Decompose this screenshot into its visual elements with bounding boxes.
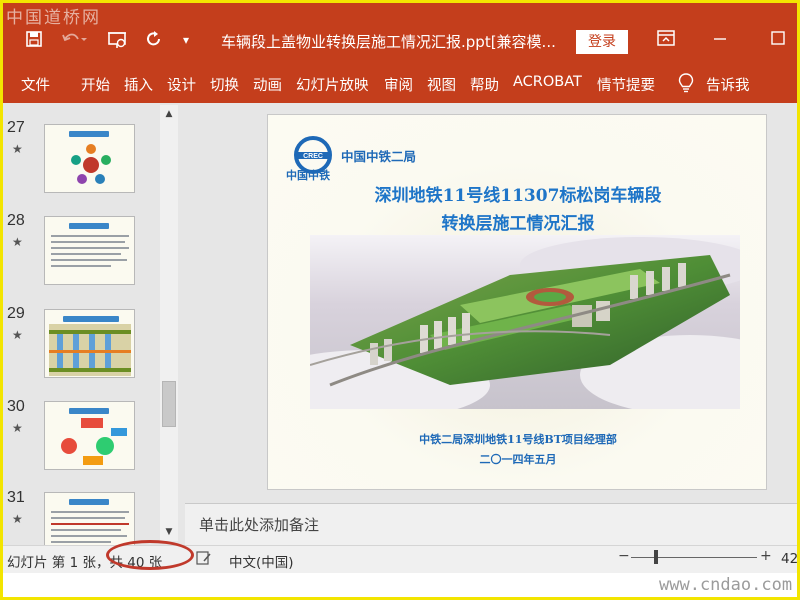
slide-thumbnail-31[interactable] xyxy=(44,492,135,545)
animation-star-icon: ★ xyxy=(12,328,23,342)
login-button[interactable]: 登录 xyxy=(576,30,628,54)
watermark-url: www.cndao.com xyxy=(659,575,793,595)
tab-acrobat[interactable]: ACROBAT xyxy=(513,74,582,90)
slide-title-line-1: 深圳地铁11号线11307标松岗车辆段 xyxy=(374,186,662,206)
customize-qat-icon[interactable]: ▾ xyxy=(183,30,189,50)
save-icon[interactable] xyxy=(25,30,43,53)
notes-pane[interactable]: 单击此处添加备注 xyxy=(185,503,797,545)
animation-star-icon: ★ xyxy=(12,421,23,435)
tab-animations[interactable]: 动画 xyxy=(253,74,282,95)
zoom-out-icon[interactable]: − xyxy=(618,548,630,564)
ribbon-display-icon[interactable] xyxy=(657,30,675,51)
tab-review[interactable]: 审阅 xyxy=(384,74,413,95)
tell-me-search[interactable]: 告诉我 xyxy=(706,74,750,95)
undo-icon[interactable] xyxy=(61,30,87,53)
tab-slide-show[interactable]: 幻灯片放映 xyxy=(296,74,369,95)
scrollbar-thumb[interactable] xyxy=(162,381,176,427)
tab-file[interactable]: 文件 xyxy=(21,74,50,95)
highlight-circle xyxy=(106,540,194,570)
zoom-level[interactable]: 42 xyxy=(781,551,797,567)
language-indicator[interactable]: 中文(中国) xyxy=(229,551,294,571)
tab-view[interactable]: 视图 xyxy=(427,74,456,95)
slide-number-label: 29 xyxy=(7,305,25,322)
slide-number-label: 30 xyxy=(7,398,25,415)
current-slide[interactable]: CREC 中国中铁 中国中铁二局 深圳地铁11号线11307标松岗车辆段 转换层… xyxy=(267,114,767,490)
organization-name: 中国中铁二局 xyxy=(341,149,417,164)
zoom-in-icon[interactable]: + xyxy=(760,548,772,564)
ribbon-tab-bar: 文件 开始 插入 设计 切换 动画 幻灯片放映 审阅 视图 帮助 ACROBAT… xyxy=(3,63,797,103)
spelling-check-icon[interactable] xyxy=(196,550,212,570)
slide-thumbnail-28[interactable] xyxy=(44,216,135,285)
present-from-start-icon[interactable] xyxy=(107,30,129,55)
maximize-icon[interactable] xyxy=(771,30,785,51)
slide-thumbnail-29[interactable] xyxy=(44,309,135,378)
tab-transitions[interactable]: 切换 xyxy=(210,74,239,95)
zoom-slider[interactable] xyxy=(631,557,757,558)
slide-number-label: 28 xyxy=(7,212,25,229)
slide-thumbnail-30[interactable] xyxy=(44,401,135,470)
scroll-down-arrow-icon[interactable]: ▼ xyxy=(160,523,178,541)
tab-design[interactable]: 设计 xyxy=(167,74,196,95)
animation-star-icon: ★ xyxy=(12,142,23,156)
svg-text:CREC: CREC xyxy=(303,153,323,160)
slide-number-label: 31 xyxy=(7,489,25,506)
tab-insert[interactable]: 插入 xyxy=(124,74,153,95)
slide-title-line-2: 转换层施工情况汇报 xyxy=(441,214,595,234)
slide-footer-organization: 中铁二局深圳地铁11号线BT项目经理部 xyxy=(419,433,617,446)
watermark-text: 中国道桥网 xyxy=(6,8,101,28)
redo-icon[interactable] xyxy=(145,30,163,53)
scroll-up-arrow-icon[interactable]: ▲ xyxy=(160,105,178,123)
thumbnail-scrollbar[interactable] xyxy=(160,105,178,541)
notes-placeholder[interactable]: 单击此处添加备注 xyxy=(199,514,319,535)
slide-thumbnail-27[interactable] xyxy=(44,124,135,193)
powerpoint-window: ▾ 车辆段上盖物业转换层施工情况汇报.ppt[兼容模... 登录 中国道桥网 文… xyxy=(0,0,800,600)
animation-star-icon: ★ xyxy=(12,512,23,526)
tab-home[interactable]: 开始 xyxy=(81,74,110,95)
aerial-photo xyxy=(310,235,740,409)
tab-help[interactable]: 帮助 xyxy=(470,74,499,95)
minimize-icon[interactable] xyxy=(713,30,727,51)
lightbulb-icon[interactable] xyxy=(678,72,694,98)
slide-footer-date: 二〇一四年五月 xyxy=(479,453,557,466)
title-bar: ▾ 车辆段上盖物业转换层施工情况汇报.ppt[兼容模... 登录 xyxy=(3,3,797,63)
animation-star-icon: ★ xyxy=(12,235,23,249)
document-title: 车辆段上盖物业转换层施工情况汇报.ppt[兼容模... xyxy=(221,33,556,51)
zoom-slider-handle[interactable] xyxy=(654,550,658,564)
tab-storyboarding[interactable]: 情节提要 xyxy=(597,74,655,95)
slide-number-label: 27 xyxy=(7,119,25,136)
